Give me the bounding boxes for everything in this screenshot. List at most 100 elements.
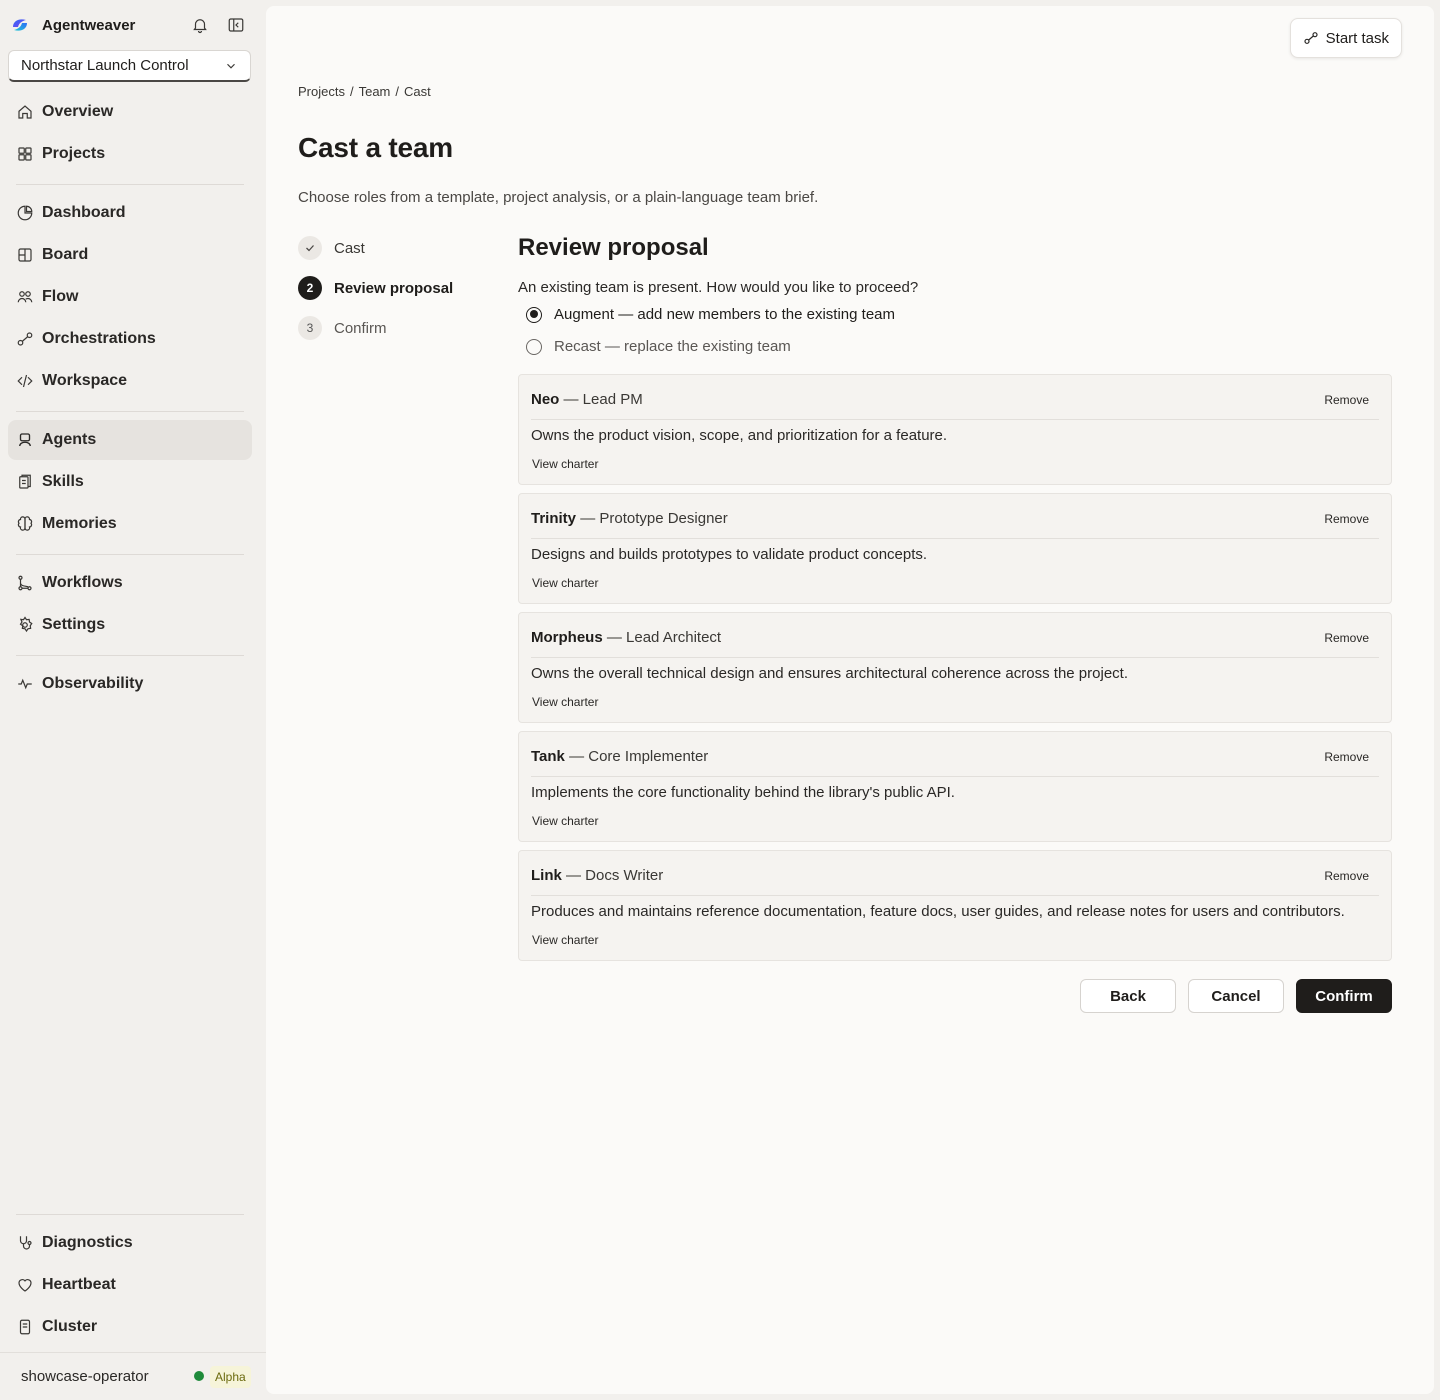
nav-label: Dashboard [42, 204, 126, 221]
member-name: Morpheus [531, 629, 603, 646]
step-indicator: 3 [298, 316, 322, 340]
remove-member-button[interactable]: Remove [1324, 869, 1369, 883]
breadcrumb-separator: / [395, 84, 400, 99]
heart-icon [18, 1279, 32, 1292]
sidebar: Agentweaver Northstar Launch Control Ove… [0, 0, 266, 1400]
nav-item-flow[interactable]: Flow [8, 277, 252, 317]
nav-label: Settings [42, 616, 106, 633]
orchestration-icon [17, 332, 33, 346]
remove-member-button[interactable]: Remove [1324, 512, 1369, 526]
nav-item-cluster[interactable]: Cluster [8, 1307, 252, 1347]
member-description: Owns the overall technical design and en… [531, 665, 1128, 682]
nav-label: Heartbeat [42, 1276, 116, 1293]
nav-label: Cluster [42, 1318, 98, 1335]
nav-label: Skills [42, 473, 84, 490]
nav-divider [16, 1214, 244, 1215]
view-charter-link[interactable]: View charter [532, 933, 598, 947]
radio-recast[interactable]: Recast — replace the existing team [526, 338, 791, 355]
page-description: Choose roles from a template, project an… [298, 189, 819, 206]
nav-label: Observability [42, 675, 144, 692]
radio-label: Augment — add new members to the existin… [554, 306, 896, 323]
projects-grid-icon [18, 147, 32, 161]
nav-item-board[interactable]: Board [8, 235, 252, 275]
view-charter-link[interactable]: View charter [532, 695, 598, 709]
breadcrumb-projects[interactable]: Projects [298, 84, 345, 99]
view-charter-link[interactable]: View charter [532, 814, 598, 828]
notifications-bell-icon[interactable] [190, 15, 210, 35]
member-description: Produces and maintains reference documen… [531, 903, 1345, 920]
nav-item-settings[interactable]: Settings [8, 605, 252, 645]
nav-label: Workspace [42, 372, 128, 389]
remove-member-button[interactable]: Remove [1324, 750, 1369, 764]
gear-icon [19, 616, 33, 633]
back-button[interactable]: Back [1080, 979, 1176, 1013]
step-label: Review proposal [334, 279, 454, 297]
cancel-button[interactable]: Cancel [1188, 979, 1284, 1013]
home-icon [18, 105, 32, 119]
remove-member-button[interactable]: Remove [1324, 631, 1369, 645]
step-indicator: 2 [298, 276, 322, 300]
card-divider [531, 657, 1379, 658]
stethoscope-icon [19, 1236, 32, 1250]
review-title: Review proposal [518, 234, 709, 261]
brain-icon [17, 516, 33, 531]
card-divider [531, 538, 1379, 539]
view-charter-link[interactable]: View charter [532, 457, 598, 471]
nav-item-heartbeat[interactable]: Heartbeat [8, 1265, 252, 1305]
nav-item-projects[interactable]: Projects [8, 134, 252, 174]
nav-item-observability[interactable]: Observability [8, 664, 252, 704]
card-divider [531, 419, 1379, 420]
nav-item-workflows[interactable]: Workflows [8, 563, 252, 603]
agentweaver-logo-icon [13, 19, 27, 31]
member-role: — Core Implementer [569, 748, 709, 765]
server-icon [19, 1319, 31, 1335]
step-confirm[interactable]: 3 Confirm [298, 316, 387, 340]
member-name: Tank [531, 748, 565, 765]
main-panel: Start task Projects / Team / Cast Cast a… [266, 6, 1434, 1394]
member-name: Neo [531, 391, 560, 408]
nav-item-workspace[interactable]: Workspace [8, 361, 252, 401]
breadcrumb-team[interactable]: Team [359, 84, 391, 99]
nav-divider [16, 411, 244, 412]
review-question: An existing team is present. How would y… [518, 279, 919, 296]
remove-member-button[interactable]: Remove [1324, 393, 1369, 407]
start-task-label: Start task [1325, 29, 1389, 47]
radio-indicator[interactable] [526, 306, 542, 323]
nav-item-orchestrations[interactable]: Orchestrations [8, 319, 252, 359]
people-icon [17, 291, 33, 303]
nav-label: Flow [42, 288, 79, 305]
status-dot [194, 1371, 204, 1381]
app-name: Agentweaver [42, 16, 136, 34]
project-select[interactable]: Northstar Launch Control [8, 50, 251, 82]
radio-label: Recast — replace the existing team [554, 338, 791, 355]
nav-label: Workflows [42, 574, 123, 591]
environment-badge: Alpha [210, 1366, 251, 1388]
step-cast[interactable]: Cast [298, 236, 365, 260]
project-select-value: Northstar Launch Control [21, 57, 189, 74]
breadcrumb-current: Cast [404, 84, 431, 99]
nav-item-agents[interactable]: Agents [8, 420, 252, 460]
workflow-icon [18, 575, 32, 591]
member-card: Link — Docs Writer Remove Produces and m… [518, 850, 1392, 961]
step-review-proposal[interactable]: 2 Review proposal [298, 276, 453, 300]
user-name: showcase-operator [21, 1368, 149, 1385]
pulse-icon [18, 678, 32, 690]
collapse-sidebar-icon[interactable] [226, 15, 246, 35]
view-charter-link[interactable]: View charter [532, 576, 598, 590]
radio-indicator[interactable] [526, 338, 542, 355]
nav-item-diagnostics[interactable]: Diagnostics [8, 1223, 252, 1263]
start-task-button[interactable]: Start task [1289, 18, 1402, 58]
member-description: Owns the product vision, scope, and prio… [531, 427, 948, 444]
nav-item-skills[interactable]: Skills [8, 462, 252, 502]
nav-label: Projects [42, 145, 106, 162]
nav-item-memories[interactable]: Memories [8, 504, 252, 544]
radio-augment[interactable]: Augment — add new members to the existin… [526, 306, 895, 323]
card-divider [531, 895, 1379, 896]
nav-item-dashboard[interactable]: Dashboard [8, 193, 252, 233]
member-role: — Lead Architect [606, 629, 722, 646]
nav-item-overview[interactable]: Overview [8, 92, 252, 132]
chevron-down-icon [227, 63, 235, 69]
card-divider [531, 776, 1379, 777]
confirm-button[interactable]: Confirm [1296, 979, 1392, 1013]
user-row[interactable]: showcase-operator Alpha [0, 1352, 266, 1400]
